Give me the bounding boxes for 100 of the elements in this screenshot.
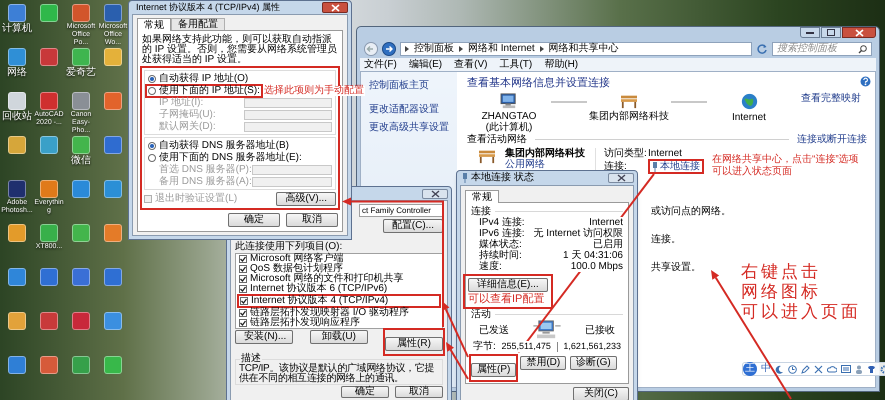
tab[interactable]: 备用配置 (171, 18, 225, 30)
input-mode-toggle[interactable]: 中 (761, 363, 771, 375)
app-icon[interactable] (8, 4, 26, 22)
app-icon[interactable] (40, 4, 58, 22)
action-button[interactable]: 属性(R) (385, 337, 443, 351)
app-icon[interactable] (104, 4, 122, 22)
app-icon[interactable] (40, 224, 58, 242)
app-icon[interactable] (40, 48, 58, 66)
radio-option[interactable]: 自动获得 DNS 服务器地址(B) (148, 140, 289, 150)
close-button[interactable] (422, 188, 448, 198)
action-button[interactable]: 属性(P) (471, 363, 516, 377)
checkbox[interactable] (239, 255, 247, 263)
radio-button[interactable] (148, 154, 156, 162)
checkbox[interactable] (239, 309, 247, 317)
menu-item[interactable]: 编辑(E) (408, 58, 442, 70)
app-icon[interactable] (72, 180, 90, 198)
radio-option[interactable]: 使用下面的 IP 地址(S): (148, 86, 260, 96)
checkbox[interactable] (239, 275, 247, 283)
app-icon[interactable] (40, 268, 58, 286)
close-dialog-button[interactable]: 关闭(C) (573, 387, 629, 400)
connect-link[interactable]: 连接或断开连接 (797, 134, 867, 145)
list-item[interactable]: Internet 协议版本 4 (TCP/IPv4) (240, 296, 438, 306)
app-icon[interactable] (72, 4, 90, 22)
address-bar[interactable]: 控制面板 网络和 Internet 网络和共享中心 (400, 42, 752, 56)
list-item[interactable]: Microsoft 网络客户端 (239, 254, 439, 264)
menu-item[interactable]: 工具(T) (499, 58, 532, 70)
close-button[interactable] (322, 2, 348, 13)
connection-link[interactable]: 本地连接 (652, 161, 700, 172)
checkbox[interactable] (239, 265, 247, 273)
details-button[interactable]: 详细信息(E)... (468, 278, 548, 292)
checkbox[interactable] (239, 319, 247, 327)
ime-logo[interactable]: 王 (743, 362, 757, 376)
app-icon[interactable] (8, 356, 26, 374)
action-button[interactable]: 诊断(G) (570, 356, 617, 370)
sidebar-link[interactable]: 更改高级共享设置 (369, 122, 457, 134)
network-type-link[interactable]: 公用网络 (505, 159, 545, 170)
radio-option[interactable]: 使用下面的 DNS 服务器地址(E): (148, 152, 302, 162)
maximize-button[interactable] (821, 27, 841, 38)
tab[interactable]: 常规 (137, 18, 171, 31)
dialog-button[interactable]: 确定 (228, 213, 280, 227)
app-icon[interactable] (104, 48, 122, 66)
breadcrumb-item[interactable]: 控制面板 (414, 43, 454, 55)
app-icon[interactable] (104, 180, 122, 198)
advanced-button[interactable]: 高级(V)... (276, 192, 336, 206)
app-icon[interactable] (40, 356, 58, 374)
close-button[interactable] (608, 173, 634, 183)
dialog-button[interactable]: 确定 (341, 386, 389, 398)
breadcrumb-item[interactable]: 网络和共享中心 (548, 43, 619, 55)
connection-link-text[interactable]: 本地连接 (660, 161, 700, 172)
sidebar-link[interactable]: 控制面板主页 (369, 80, 457, 92)
menu-item[interactable]: 文件(F) (364, 58, 397, 70)
radio-button[interactable] (148, 74, 156, 82)
app-icon[interactable] (72, 312, 90, 330)
sidebar-link[interactable]: 更改适配器设置 (369, 104, 457, 116)
app-icon[interactable] (72, 224, 90, 242)
app-icon[interactable] (40, 312, 58, 330)
map-link[interactable]: 查看完整映射 (801, 93, 861, 105)
tab[interactable]: 常规 (465, 190, 499, 203)
list-item[interactable]: QoS 数据包计划程序 (239, 264, 439, 274)
action-button[interactable]: 卸载(U) (310, 330, 368, 344)
app-icon[interactable] (8, 268, 26, 286)
menu-item[interactable]: 查看(V) (454, 58, 488, 70)
radio-button[interactable] (148, 86, 156, 94)
app-icon[interactable] (8, 312, 26, 330)
checkbox[interactable] (240, 297, 248, 305)
list-item[interactable]: 链路层拓扑发现映射器 I/O 驱动程序 (239, 308, 439, 318)
breadcrumb-item[interactable]: 网络和 Internet (468, 43, 535, 55)
configure-button[interactable]: 配置(C)... (382, 219, 443, 233)
list-item[interactable]: Microsoft 网络的文件和打印机共享 (239, 274, 439, 284)
action-button[interactable]: 安装(N)... (235, 330, 293, 344)
app-icon[interactable] (104, 268, 122, 286)
app-icon[interactable] (8, 48, 26, 66)
dialog-button[interactable]: 取消 (395, 386, 443, 398)
menu-item[interactable]: 帮助(H) (544, 58, 578, 70)
app-icon[interactable] (8, 92, 26, 110)
radio-option[interactable]: 自动获得 IP 地址(O) (148, 74, 248, 84)
app-icon[interactable] (72, 268, 90, 286)
app-icon[interactable] (40, 136, 58, 154)
app-icon[interactable] (104, 92, 122, 110)
app-icon[interactable] (104, 356, 122, 374)
checkbox[interactable] (239, 285, 247, 293)
dialog-button[interactable]: 取消 (286, 213, 338, 227)
app-icon[interactable] (104, 224, 122, 242)
close-button[interactable] (842, 27, 876, 38)
app-icon[interactable] (104, 312, 122, 330)
minimize-button[interactable] (800, 27, 820, 38)
app-icon[interactable] (72, 356, 90, 374)
app-icon[interactable] (40, 180, 58, 198)
app-icon[interactable] (40, 92, 58, 110)
search-field[interactable]: 搜索控制面板 (772, 42, 872, 56)
app-icon[interactable] (72, 92, 90, 110)
app-icon[interactable] (8, 136, 26, 154)
app-icon[interactable] (72, 136, 90, 154)
app-icon[interactable] (72, 48, 90, 66)
app-icon[interactable] (8, 180, 26, 198)
list-item[interactable]: 链路层拓扑发现响应程序 (239, 318, 439, 328)
app-icon[interactable] (8, 224, 26, 242)
list-item[interactable]: Internet 协议版本 6 (TCP/IPv6) (239, 284, 439, 294)
radio-button[interactable] (148, 142, 156, 150)
app-icon[interactable] (104, 136, 122, 154)
